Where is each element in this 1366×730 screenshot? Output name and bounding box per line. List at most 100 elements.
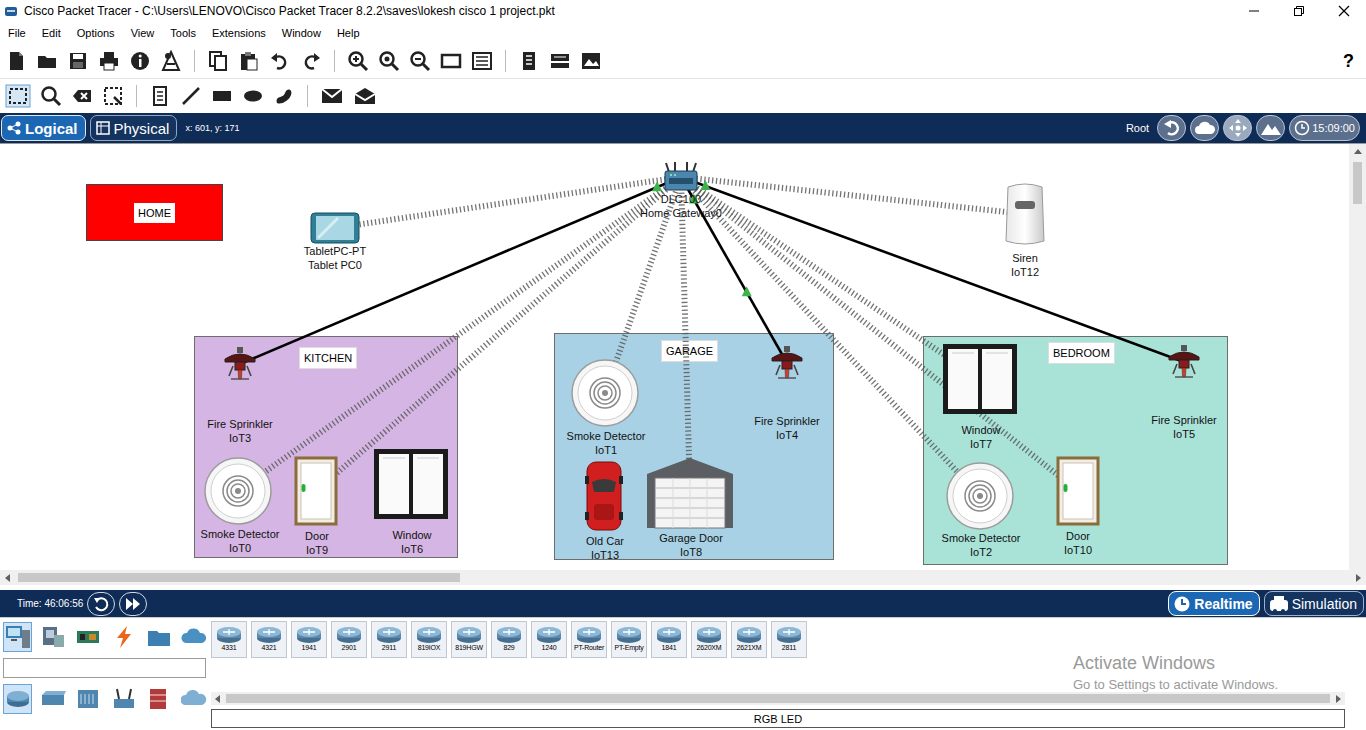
navigation-button[interactable] — [1223, 115, 1252, 141]
category-button[interactable] — [109, 622, 138, 652]
model-scrollbar[interactable] — [211, 692, 1345, 705]
home-note[interactable]: HOME — [86, 184, 223, 241]
scroll-left-icon[interactable] — [214, 695, 220, 703]
inspect-icon[interactable] — [40, 85, 62, 107]
device-model[interactable]: 2901 — [331, 621, 367, 658]
workspace-tab[interactable]: Logical — [1, 115, 86, 141]
open-folder-icon[interactable] — [36, 50, 58, 72]
device-model[interactable]: 819IOX — [411, 621, 447, 658]
device-icon[interactable] — [769, 345, 805, 381]
scroll-thumb[interactable] — [226, 694, 1330, 703]
device-model[interactable]: PT-Router — [571, 621, 607, 658]
palette-icon[interactable] — [471, 50, 493, 72]
device-search-field[interactable] — [3, 658, 206, 678]
custom-device-icon[interactable] — [518, 50, 540, 72]
device-model[interactable]: 829 — [491, 621, 527, 658]
zoom-reset-icon[interactable] — [378, 50, 400, 72]
navigation-button[interactable] — [1190, 115, 1219, 141]
device-label[interactable]: Fire SprinklerIoT4 — [754, 414, 819, 442]
device-icon[interactable] — [294, 456, 338, 526]
clock[interactable]: 15:09:00 — [1289, 115, 1360, 141]
paste-icon[interactable] — [238, 50, 260, 72]
cluster-icon[interactable] — [549, 50, 571, 72]
device-icon[interactable] — [584, 460, 624, 532]
device-label[interactable]: Smoke DetectorIoT1 — [567, 429, 646, 457]
select-icon[interactable] — [5, 84, 31, 108]
device-icon[interactable] — [1166, 344, 1202, 380]
maximize-button[interactable] — [1276, 0, 1321, 22]
scroll-up-icon[interactable] — [1354, 148, 1362, 154]
mode-tab[interactable]: Realtime — [1168, 591, 1259, 616]
navigation-button[interactable] — [1157, 115, 1186, 141]
root-path[interactable]: Root — [1126, 122, 1149, 134]
zoom-out-icon[interactable] — [409, 50, 431, 72]
image-icon[interactable] — [580, 50, 602, 72]
wireless-link[interactable] — [238, 177, 681, 491]
menu-item[interactable]: File — [8, 27, 26, 39]
device-model[interactable]: 1941 — [291, 621, 327, 658]
add-complex-pdu-icon[interactable] — [353, 85, 377, 107]
save-icon[interactable] — [67, 50, 89, 72]
category-button[interactable] — [144, 622, 173, 652]
device-icon[interactable] — [945, 461, 1015, 531]
device-label[interactable]: WindowIoT6 — [392, 528, 431, 556]
wireless-link[interactable] — [335, 177, 681, 228]
category-button[interactable] — [180, 622, 209, 652]
device-label[interactable]: SirenIoT12 — [1011, 251, 1039, 279]
category-button[interactable] — [74, 622, 103, 652]
category-button[interactable] — [74, 684, 103, 714]
undo-icon[interactable] — [269, 50, 291, 72]
print-icon[interactable] — [98, 50, 120, 72]
menu-item[interactable]: Extensions — [212, 27, 266, 39]
wireless-link[interactable] — [316, 177, 681, 491]
menu-item[interactable]: Window — [282, 27, 321, 39]
device-model[interactable]: 819HGW — [451, 621, 487, 658]
reset-time-button[interactable] — [87, 592, 115, 616]
device-model[interactable]: 2620XM — [691, 621, 727, 658]
help-button[interactable]: ? — [1343, 51, 1354, 72]
wireless-link[interactable] — [681, 177, 1078, 491]
wireless-link[interactable] — [681, 177, 980, 496]
device-model[interactable]: 4321 — [251, 621, 287, 658]
menu-item[interactable]: Help — [337, 27, 360, 39]
device-icon[interactable] — [645, 456, 735, 530]
device-icon[interactable] — [570, 358, 640, 428]
rectangle-icon[interactable] — [211, 85, 233, 107]
minimize-button[interactable] — [1231, 0, 1276, 22]
device-label[interactable]: WindowIoT7 — [961, 423, 1000, 451]
device-model[interactable]: 2911 — [371, 621, 407, 658]
delete-icon[interactable] — [71, 85, 93, 107]
device-label[interactable]: Old CarIoT13 — [586, 534, 624, 562]
scroll-right-icon[interactable] — [1356, 574, 1362, 582]
fast-forward-button[interactable] — [119, 592, 147, 616]
device-label[interactable]: Garage DoorIoT8 — [659, 531, 723, 559]
device-icon[interactable] — [663, 162, 699, 192]
new-file-icon[interactable] — [5, 50, 27, 72]
viewport-icon[interactable] — [440, 50, 462, 72]
device-label[interactable]: Fire SprinklerIoT3 — [207, 417, 272, 445]
scroll-right-icon[interactable] — [1336, 695, 1342, 703]
copy-icon[interactable] — [207, 50, 229, 72]
scroll-left-icon[interactable] — [4, 574, 10, 582]
workspace-tab[interactable]: Physical — [90, 115, 178, 141]
category-button[interactable] — [3, 684, 32, 714]
ellipse-icon[interactable] — [242, 85, 264, 107]
device-model[interactable]: 4331 — [211, 621, 247, 658]
device-icon[interactable] — [1056, 456, 1100, 526]
redo-icon[interactable] — [300, 50, 322, 72]
device-label[interactable]: DoorIoT9 — [305, 529, 329, 557]
device-icon[interactable] — [1002, 181, 1048, 247]
mode-tab[interactable]: Simulation — [1264, 591, 1364, 616]
wired-link[interactable] — [681, 177, 1184, 362]
close-button[interactable] — [1321, 0, 1366, 22]
menu-item[interactable]: Tools — [170, 27, 196, 39]
info-icon[interactable] — [129, 50, 151, 72]
wireless-link[interactable] — [681, 177, 690, 493]
device-label[interactable]: Fire SprinklerIoT5 — [1151, 413, 1216, 441]
device-label[interactable]: DoorIoT10 — [1064, 529, 1092, 557]
category-button[interactable] — [180, 684, 209, 714]
scroll-thumb[interactable] — [1353, 162, 1362, 204]
wireless-link[interactable] — [681, 177, 980, 379]
device-label[interactable]: Smoke DetectorIoT0 — [201, 527, 280, 555]
add-pdu-icon[interactable] — [320, 85, 344, 107]
